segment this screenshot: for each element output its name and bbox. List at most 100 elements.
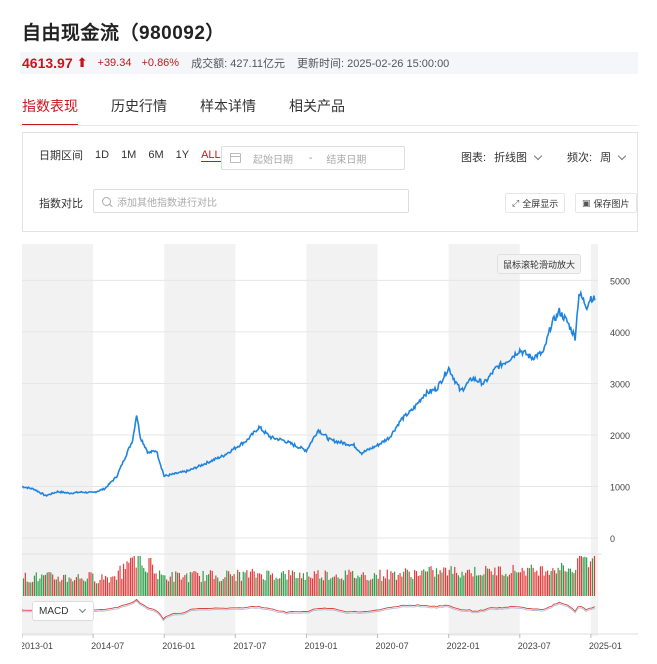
volume-bar — [184, 575, 186, 596]
volume-bar — [53, 579, 56, 596]
volume-bar — [211, 570, 213, 596]
compare-index-input[interactable]: 添加其他指数进行对比 — [93, 189, 409, 213]
tab-related-products[interactable]: 相关产品 — [289, 96, 345, 126]
volume-bar — [348, 569, 350, 596]
volume-bar — [117, 570, 119, 596]
volume-bar — [160, 574, 162, 596]
volume-bar — [377, 578, 379, 596]
volume-bar — [262, 579, 264, 596]
volume-bar — [178, 573, 181, 596]
volume-bar — [255, 577, 257, 596]
volume-bar — [527, 567, 529, 596]
fullscreen-button[interactable]: ⤢ 全屏显示 — [505, 193, 566, 213]
volume-bar — [260, 574, 263, 596]
range-1m[interactable]: 1M — [121, 149, 136, 161]
volume-bar — [538, 575, 540, 596]
indicator-select[interactable]: MACD — [32, 601, 94, 621]
volume-bar — [564, 571, 566, 596]
volume-bar — [322, 580, 325, 596]
volume-bar — [483, 574, 485, 596]
x-tick-label: 2016-01 — [162, 641, 195, 651]
volume-bar — [424, 571, 427, 596]
volume-bar — [419, 575, 421, 596]
volume-bar — [333, 576, 335, 596]
volume-bar — [555, 573, 557, 596]
volume-bar — [224, 577, 226, 596]
frequency-select[interactable]: 频次: 周 — [567, 149, 627, 165]
volume-bar — [457, 575, 459, 596]
volume-bar — [35, 572, 37, 596]
volume-bar — [84, 581, 87, 596]
volume-bar — [95, 583, 98, 596]
volume-bar — [44, 574, 46, 596]
volume-bar — [155, 573, 157, 596]
volume-bar — [410, 577, 412, 596]
volume-bar — [195, 571, 197, 596]
volume-bar — [373, 573, 376, 596]
volume-bar — [259, 573, 261, 596]
volume-bar — [306, 571, 308, 596]
start-date-input[interactable]: 起始日期 — [253, 151, 293, 166]
volume-bar — [26, 581, 28, 596]
volume-bar — [171, 572, 173, 596]
volume-bar — [207, 574, 210, 596]
date-range-label: 日期区间 — [39, 150, 83, 162]
volume-bar — [550, 570, 552, 596]
volume-bar — [304, 579, 306, 596]
tab-index-performance[interactable]: 指数表现 — [22, 96, 78, 126]
quote-bar: 4613.97 ⬆ +39.34 +0.86% 成交额: 427.11亿元 更新… — [20, 52, 638, 74]
range-1d[interactable]: 1D — [95, 149, 109, 161]
save-image-button[interactable]: ▣ 保存图片 — [575, 193, 637, 213]
volume-bar — [341, 578, 343, 596]
chart-type-select[interactable]: 图表: 折线图 — [461, 149, 543, 165]
volume-bar — [499, 566, 501, 596]
volume-bar — [88, 572, 90, 596]
volume-bar — [73, 580, 76, 596]
volume-bar — [291, 570, 294, 596]
x-tick-label: 2022-01 — [447, 641, 480, 651]
volume-bar — [81, 578, 83, 596]
volume-bar — [477, 575, 480, 596]
volume-bar — [331, 577, 334, 596]
volume-bar — [273, 579, 275, 596]
volume-bar — [169, 576, 171, 596]
volume-bar — [121, 578, 123, 596]
volume-bar — [519, 572, 521, 596]
range-all[interactable]: ALL — [201, 149, 221, 162]
volume-bar — [485, 565, 487, 596]
index-chart[interactable]: 5000 4000 3000 2000 1000 0 2013-01 2014-07 2016-… — [20, 244, 638, 656]
volume-bar — [497, 566, 500, 596]
tab-constituents[interactable]: 样本详情 — [200, 96, 256, 126]
volume-bar — [448, 569, 450, 596]
volume-bar — [530, 564, 532, 596]
volume-bar — [302, 573, 304, 596]
volume-bar — [472, 576, 474, 596]
volume-bar — [454, 566, 456, 596]
volume-bar — [229, 574, 232, 596]
volume-bar — [66, 581, 68, 596]
volume-bar — [532, 567, 534, 596]
range-6m[interactable]: 6M — [148, 149, 163, 161]
volume-bar — [476, 575, 478, 596]
volume-bar — [368, 580, 370, 596]
volume-bar — [151, 564, 154, 596]
date-range-picker[interactable]: 起始日期 - 结束日期 — [221, 146, 405, 170]
volume-bar — [110, 577, 112, 596]
volume-bar — [364, 575, 366, 596]
volume-bar — [129, 557, 132, 596]
volume-bar — [352, 570, 354, 596]
volume-bar — [137, 556, 139, 596]
range-1y[interactable]: 1Y — [176, 149, 189, 161]
volume-bar — [470, 573, 472, 596]
volume-bar — [269, 574, 272, 596]
volume-bar — [481, 575, 483, 596]
volume-bar — [375, 574, 377, 596]
tab-history[interactable]: 历史行情 — [111, 96, 167, 126]
volume-bar — [562, 565, 564, 596]
volume-bar — [370, 579, 372, 596]
end-date-input[interactable]: 结束日期 — [326, 151, 366, 166]
volume-bar — [32, 581, 34, 596]
volume-bar — [103, 579, 105, 596]
volume-bar — [106, 577, 108, 596]
volume-bar — [52, 574, 54, 596]
